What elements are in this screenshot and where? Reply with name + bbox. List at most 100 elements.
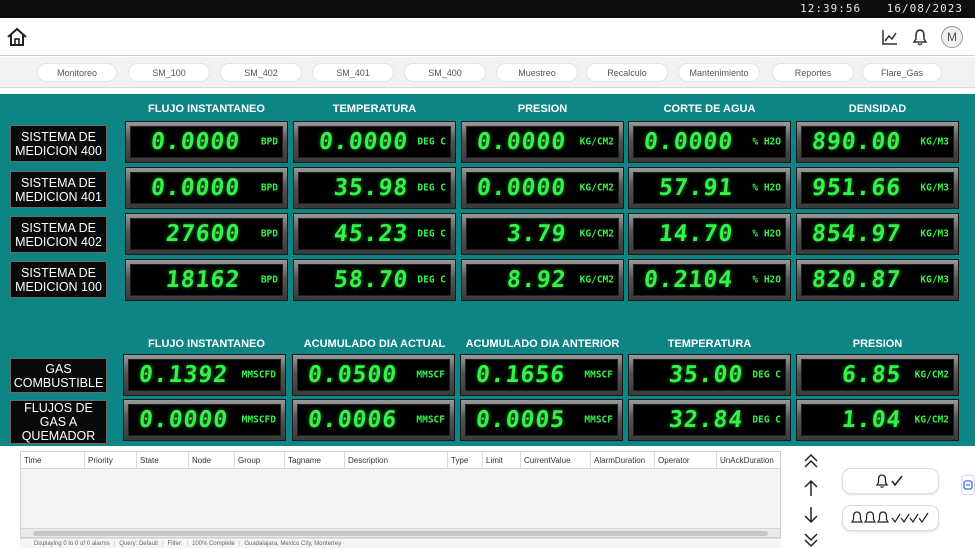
ack-alarm-button[interactable] — [842, 468, 939, 494]
clock: 12:39:56 16/08/2023 — [782, 2, 963, 15]
meter-unit: KG/CM2 — [579, 182, 614, 194]
alarm-table[interactable]: Time Priority State Node Group Tagname D… — [20, 451, 781, 538]
meter-sm402-densidad: 854.97 KG/M3 — [796, 213, 959, 255]
meter-unit: MMSCF — [584, 369, 613, 381]
meter-sm400-presion: 0.0000 KG/CM2 — [461, 121, 624, 163]
gas-header-acumulado-actual: ACUMULADO DIA ACTUAL — [303, 338, 446, 350]
row-label-flujos-gas-quemador: FLUJOS DE GAS A QUEMADOR — [10, 400, 107, 444]
meter-unit: DEG C — [417, 274, 446, 286]
gas-header-acumulado-anterior: ACUMULADO DIA ANTERIOR — [465, 338, 620, 350]
meter-value: 32.84 — [667, 407, 745, 433]
meter-unit: MMSCF — [416, 414, 445, 426]
row-label-line2: MEDICION 402 — [15, 234, 102, 249]
alarm-col-operator[interactable]: Operator — [655, 452, 717, 469]
ack-all-alarms-button[interactable] — [842, 505, 939, 531]
tab-mantenimiento[interactable]: Mantenimiento — [678, 63, 760, 82]
meter-gas-comb-presion: 6.85 KG/CM2 — [796, 354, 959, 396]
row-label-line2: MEDICION 401 — [15, 189, 102, 204]
status-separator: | — [238, 540, 241, 547]
arrow-up-icon[interactable] — [802, 479, 820, 497]
meter-value: 0.0000 — [475, 129, 568, 155]
scrollbar-thumb[interactable] — [33, 531, 768, 536]
ack-all-icon — [850, 511, 928, 524]
alarm-col-group[interactable]: Group — [235, 452, 285, 469]
tab-reportes[interactable]: Reportes — [772, 63, 854, 82]
tab-monitoreo[interactable]: Monitoreo — [37, 63, 117, 82]
status-separator: | — [161, 540, 164, 547]
meter-value: 0.0000 — [149, 129, 242, 155]
alarm-status-bar: Displaying 0 to 0 of 0 alarms | Query: De… — [20, 538, 781, 548]
clock-time: 12:39:56 — [800, 2, 862, 15]
gas-header-flujo: FLUJO INSTANTANEO — [148, 338, 265, 350]
meter-value: 854.97 — [810, 221, 903, 247]
tab-sm-401[interactable]: SM_401 — [312, 63, 394, 82]
meter-gas-quem-acumulado-anterior: 0.0005 MMSCF — [460, 399, 623, 441]
row-label-sm402: SISTEMA DE MEDICION 402 — [10, 216, 107, 253]
alarm-col-limit[interactable]: Limit — [483, 452, 521, 469]
tab-sm-402[interactable]: SM_402 — [220, 63, 302, 82]
meter-value: 0.0000 — [317, 129, 410, 155]
avatar[interactable]: M — [941, 26, 963, 48]
row-label-line2: GAS A — [39, 415, 78, 429]
meter-unit: BPD — [260, 182, 278, 194]
meter-unit: % H2O — [752, 136, 781, 148]
alarm-table-header: Time Priority State Node Group Tagname D… — [21, 452, 780, 469]
tab-sm-100[interactable]: SM_100 — [128, 63, 210, 82]
alarm-col-time[interactable]: Time — [21, 452, 85, 469]
alarm-col-tagname[interactable]: Tagname — [285, 452, 345, 469]
alarm-col-type[interactable]: Type — [448, 452, 483, 469]
meter-value: 27600 — [164, 221, 242, 247]
top-status-bar: 12:39:56 16/08/2023 — [0, 0, 975, 18]
arrow-down-icon[interactable] — [802, 506, 820, 524]
row-label-line1: FLUJOS DE — [24, 401, 93, 415]
gas-header-temperatura: TEMPERATURA — [667, 338, 752, 350]
tab-sm-400[interactable]: SM_400 — [404, 63, 486, 82]
row-label-line1: SISTEMA DE — [20, 175, 97, 190]
meter-unit: % H2O — [752, 274, 781, 286]
meter-unit: KG/M3 — [920, 228, 949, 240]
alarm-horizontal-scrollbar[interactable] — [21, 528, 780, 537]
meter-value: 0.0006 — [306, 407, 399, 433]
alarm-col-unack-duration[interactable]: UnAckDuration — [717, 452, 782, 469]
nav-tabs: Monitoreo SM_100 SM_402 SM_401 SM_400 Mu… — [0, 57, 975, 88]
row-label-line2: MEDICION 100 — [15, 279, 102, 294]
tab-recalculo[interactable]: Recalculo — [586, 63, 668, 82]
meter-value: 18162 — [164, 267, 242, 293]
meter-unit: KG/M3 — [920, 136, 949, 148]
meter-value: 890.00 — [810, 129, 903, 155]
tab-flare-gas[interactable]: Flare_Gas — [862, 63, 942, 82]
trend-chart-icon[interactable] — [881, 28, 899, 46]
alarm-col-state[interactable]: State — [137, 452, 189, 469]
meter-sm100-corte-agua: 0.2104 % H2O — [628, 259, 791, 301]
meter-sm100-temperatura: 58.70 DEG C — [293, 259, 456, 301]
side-panel-handle[interactable] — [961, 475, 975, 495]
alarm-col-current-value[interactable]: CurrentValue — [521, 452, 591, 469]
col-header-temperatura: TEMPERATURA — [332, 103, 417, 115]
meter-gas-quem-temperatura: 32.84 DEG C — [628, 399, 791, 441]
meter-value: 35.00 — [667, 362, 745, 388]
arrow-down-double-icon[interactable] — [802, 531, 820, 548]
alarm-col-alarm-duration[interactable]: AlarmDuration — [591, 452, 655, 469]
meter-unit: BPD — [260, 274, 278, 286]
row-label-line1: GAS — [45, 361, 72, 376]
alarm-col-node[interactable]: Node — [189, 452, 235, 469]
header-actions: M — [881, 26, 963, 48]
meter-unit: KG/CM2 — [579, 136, 614, 148]
alarm-table-body[interactable] — [21, 469, 780, 529]
home-icon[interactable] — [6, 26, 28, 48]
meter-sm100-presion: 8.92 KG/CM2 — [461, 259, 624, 301]
meter-unit: % H2O — [752, 182, 781, 194]
tab-muestreo[interactable]: Muestreo — [496, 63, 578, 82]
alarm-col-priority[interactable]: Priority — [85, 452, 137, 469]
alarm-col-description[interactable]: Description — [345, 452, 448, 469]
meter-unit: DEG C — [752, 369, 781, 381]
bell-icon[interactable] — [911, 28, 929, 46]
meter-sm400-corte-agua: 0.0000 % H2O — [628, 121, 791, 163]
meter-sm400-densidad: 890.00 KG/M3 — [796, 121, 959, 163]
arrow-up-double-icon[interactable] — [802, 452, 820, 470]
alarm-providers-text: Guadalajara, Mexico City, Monterrey — [244, 540, 342, 547]
meter-unit: DEG C — [752, 414, 781, 426]
meter-value: 0.2104 — [642, 267, 735, 293]
meter-value: 45.23 — [332, 221, 410, 247]
meter-sm401-temperatura: 35.98 DEG C — [293, 167, 456, 209]
